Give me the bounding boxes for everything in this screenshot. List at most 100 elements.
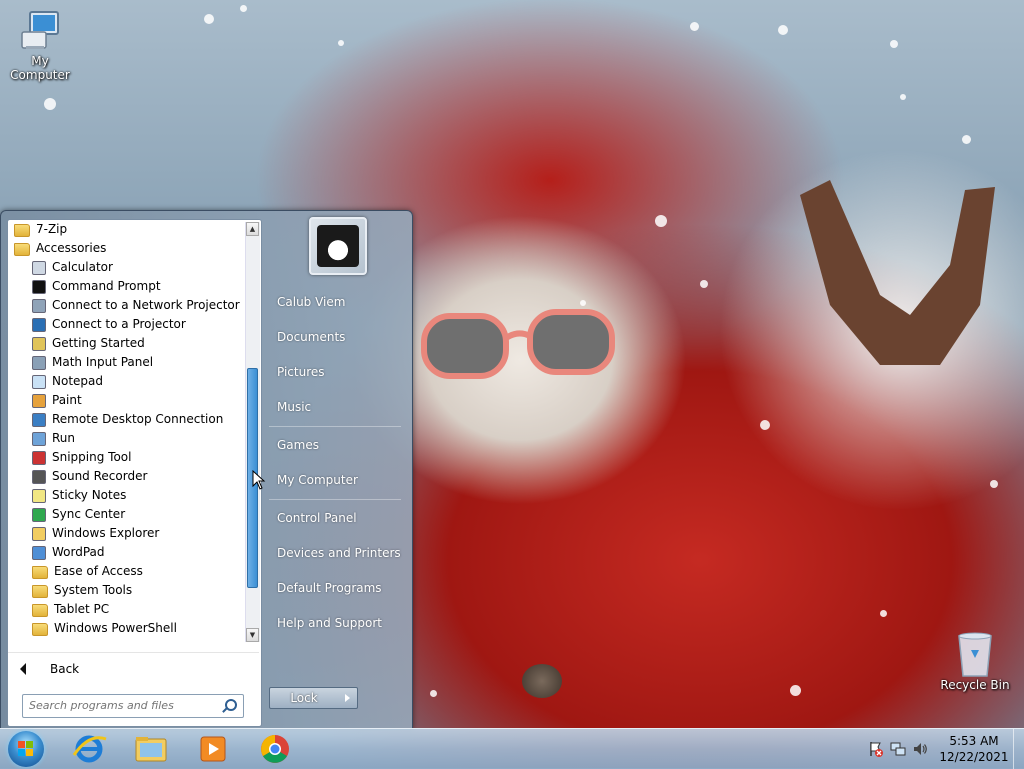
right-item-documents[interactable]: Documents (267, 324, 407, 350)
santa-glove (800, 180, 995, 365)
program-item[interactable]: Sticky Notes (8, 486, 244, 505)
program-item[interactable]: Accessories (8, 239, 244, 258)
program-label: Accessories (36, 241, 107, 255)
search-box[interactable] (22, 694, 244, 718)
show-desktop-button[interactable] (1013, 729, 1024, 769)
program-label: Notepad (52, 374, 103, 388)
network-icon[interactable] (890, 741, 906, 757)
program-item[interactable]: Paint (8, 391, 244, 410)
wordpad-icon (32, 545, 46, 560)
right-item-my-computer[interactable]: My Computer (267, 467, 407, 493)
program-item[interactable]: Math Input Panel (8, 353, 244, 372)
right-item-devices-printers[interactable]: Devices and Printers (267, 540, 407, 566)
run-icon (32, 431, 46, 446)
right-item-help-support[interactable]: Help and Support (267, 610, 407, 636)
back-button[interactable]: Back (8, 652, 259, 685)
lock-button[interactable]: Lock (269, 687, 339, 709)
program-list: 7-Zip Accessories Calculator Command Prompt… (8, 220, 244, 644)
taskbar-chrome[interactable] (252, 733, 298, 765)
search-icon[interactable] (225, 699, 237, 711)
microphone-icon (32, 469, 46, 484)
program-item[interactable]: 7-Zip (8, 220, 244, 239)
program-list-scrollbar[interactable]: ▲ ▼ (245, 222, 260, 642)
scroll-up-button[interactable]: ▲ (246, 222, 259, 236)
program-item[interactable]: Getting Started (8, 334, 244, 353)
scroll-down-button[interactable]: ▼ (246, 628, 259, 642)
math-input-icon (32, 355, 46, 370)
media-player-icon (200, 736, 226, 762)
volume-icon[interactable] (912, 741, 928, 757)
taskbar: 5:53 AM 12/22/2021 (0, 728, 1024, 769)
program-item[interactable]: Ease of Access (8, 562, 244, 581)
program-item[interactable]: Remote Desktop Connection (8, 410, 244, 429)
internet-explorer-icon (72, 735, 107, 763)
start-menu-left-pane: 7-Zip Accessories Calculator Command Prompt… (7, 219, 262, 727)
right-item-default-programs[interactable]: Default Programs (267, 575, 407, 601)
program-item[interactable]: Notepad (8, 372, 244, 391)
program-label: System Tools (54, 583, 133, 597)
program-item[interactable]: System Tools (8, 581, 244, 600)
program-label: Sound Recorder (52, 469, 148, 483)
system-tray: 5:53 AM 12/22/2021 (854, 729, 1024, 769)
folder-icon (32, 604, 48, 617)
search-input[interactable] (23, 695, 219, 715)
program-label: Calculator (52, 260, 113, 274)
folder-icon (32, 566, 48, 579)
program-item[interactable]: Run (8, 429, 244, 448)
santa-sunglasses (421, 309, 615, 379)
clock[interactable]: 5:53 AM 12/22/2021 (934, 733, 1014, 765)
desktop-icon-my-computer[interactable]: My Computer (0, 8, 80, 82)
right-item-control-panel[interactable]: Control Panel (267, 505, 407, 531)
program-item[interactable]: Windows PowerShell (8, 619, 244, 638)
sticky-notes-icon (32, 488, 46, 503)
separator (269, 499, 401, 500)
separator (269, 426, 401, 427)
recycle-bin-icon (953, 630, 997, 677)
user-avatar[interactable] (309, 217, 367, 275)
shutdown-options-arrow-icon[interactable] (337, 687, 358, 709)
back-label: Back (50, 662, 80, 676)
chrome-icon (261, 735, 289, 763)
program-label: Connect to a Network Projector (52, 298, 240, 312)
taskbar-internet-explorer[interactable] (66, 733, 112, 765)
mouse-cursor-icon (252, 470, 266, 490)
desktop-icon-label: My Computer (10, 54, 70, 82)
folder-icon (32, 585, 48, 598)
program-item[interactable]: Connect to a Projector (8, 315, 244, 334)
coat-button (522, 664, 562, 698)
program-item[interactable]: Sync Center (8, 505, 244, 524)
program-item[interactable]: Command Prompt (8, 277, 244, 296)
start-button[interactable] (8, 731, 44, 767)
program-label: Sync Center (52, 507, 126, 521)
program-item[interactable]: WordPad (8, 543, 244, 562)
program-label: Getting Started (52, 336, 145, 350)
program-item[interactable]: Connect to a Network Projector (8, 296, 244, 315)
clock-date: 12/22/2021 (939, 750, 1009, 764)
action-center-icon[interactable] (868, 741, 884, 757)
program-item[interactable]: Calculator (8, 258, 244, 277)
folder-icon (32, 623, 48, 636)
taskbar-file-explorer[interactable] (128, 733, 174, 765)
right-item-games[interactable]: Games (267, 432, 407, 458)
command-prompt-icon (32, 279, 46, 294)
right-item-music[interactable]: Music (267, 394, 407, 420)
program-label: Windows PowerShell (54, 621, 177, 635)
taskbar-media-player[interactable] (190, 733, 236, 765)
right-item-user[interactable]: Calub Viem (267, 289, 407, 315)
program-item[interactable]: Windows Explorer (8, 524, 244, 543)
desktop-icon-label: Recycle Bin (940, 678, 1010, 692)
desktop-icon-recycle-bin[interactable]: Recycle Bin (935, 630, 1015, 692)
windows-logo-icon (18, 741, 33, 756)
sync-icon (32, 507, 46, 522)
program-label: Sticky Notes (52, 488, 127, 502)
program-label: Command Prompt (52, 279, 161, 293)
program-item[interactable]: Sound Recorder (8, 467, 244, 486)
right-item-pictures[interactable]: Pictures (267, 359, 407, 385)
dog-picture (317, 225, 359, 267)
getting-started-icon (32, 336, 46, 351)
program-label: Ease of Access (54, 564, 143, 578)
folder-icon (14, 243, 30, 256)
program-item[interactable]: Snipping Tool (8, 448, 244, 467)
snipping-tool-icon (32, 450, 46, 465)
program-item[interactable]: Tablet PC (8, 600, 244, 619)
